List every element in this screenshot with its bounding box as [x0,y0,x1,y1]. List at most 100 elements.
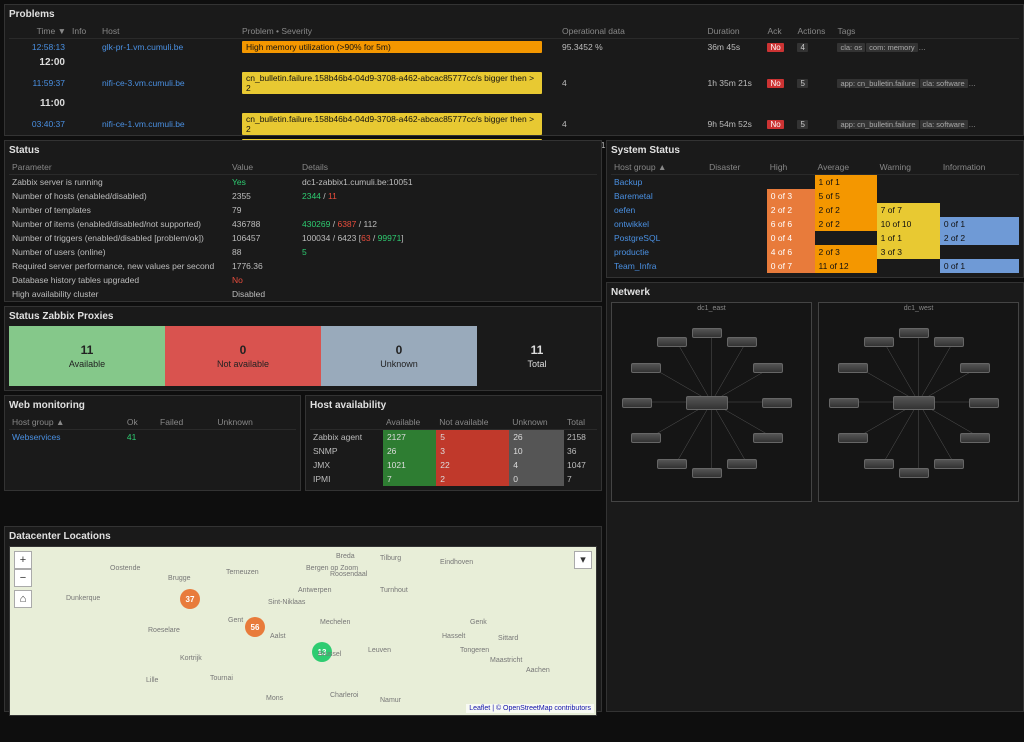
ss-group[interactable]: Team_Infra [614,261,657,271]
ha-notavail[interactable]: 22 [436,458,509,472]
col-opdata[interactable]: Operational data [559,24,704,39]
ss-cell[interactable]: 4 of 6 [767,245,815,259]
tags-more-icon[interactable]: ... [969,78,976,88]
network-node[interactable] [727,459,757,469]
map-marker[interactable]: 37 [180,589,200,609]
col-host[interactable]: Host [99,24,239,39]
network-node[interactable] [692,468,722,478]
ss-group[interactable]: productie [614,247,649,257]
problem-row[interactable]: 11:59:37 nifi-ce-3.vm.cumuli.be cn_bulle… [9,70,1019,96]
network-node[interactable] [631,363,661,373]
ha-unknown[interactable]: 10 [509,444,564,458]
ack-link[interactable]: No [767,43,783,52]
col-info[interactable]: Info [69,24,99,39]
ha-avail[interactable]: 7 [383,472,436,486]
actions-count[interactable]: 5 [797,79,807,88]
ss-cell[interactable]: 1 of 1 [815,175,877,190]
ss-col[interactable]: Host group ▲ [611,160,706,175]
proxy-box-not-available[interactable]: 0Not available [165,326,321,386]
network-node[interactable] [686,396,728,410]
tags-more-icon[interactable]: ... [919,42,926,52]
filter-button[interactable]: ▾ [574,551,592,569]
network-node[interactable] [838,363,868,373]
network-node[interactable] [969,398,999,408]
ha-notavail[interactable]: 5 [436,430,509,445]
col-ack[interactable]: Ack [764,24,794,39]
ha-avail[interactable]: 2127 [383,430,436,445]
col-actions[interactable]: Actions [794,24,834,39]
network-node[interactable] [893,396,935,410]
network-node[interactable] [838,433,868,443]
map-marker[interactable]: 56 [245,617,265,637]
problem-severity-bar[interactable]: cn_bulletin.failure.158b46b4-04d9-3708-a… [242,72,542,94]
ha-avail[interactable]: 26 [383,444,436,458]
home-button[interactable]: ⌂ [14,590,32,608]
network-node[interactable] [753,363,783,373]
network-node[interactable] [753,433,783,443]
problem-row[interactable]: 12:58:13 glk-pr-1.vm.cumuli.be High memo… [9,39,1019,56]
ss-cell[interactable]: 2 of 2 [767,203,815,217]
ss-cell[interactable]: 0 of 1 [940,217,1019,231]
ha-unknown[interactable]: 4 [509,458,564,472]
network-node[interactable] [657,337,687,347]
tag[interactable]: cla: software [920,120,968,129]
ss-cell[interactable]: 0 of 4 [767,231,815,245]
ss-group[interactable]: oefen [614,205,635,215]
ss-cell[interactable]: 6 of 6 [767,217,815,231]
col-duration[interactable]: Duration [704,24,764,39]
ack-link[interactable]: No [767,79,783,88]
problem-row[interactable]: 03:40:37 nifi-ce-1.vm.cumuli.be cn_bulle… [9,111,1019,137]
tag[interactable]: com: memory [866,43,917,52]
problem-time[interactable]: 03:40:37 [32,119,65,129]
network-node[interactable] [899,468,929,478]
problem-host[interactable]: nifi-ce-1.vm.cumuli.be [102,119,185,129]
network-node[interactable] [934,337,964,347]
network-node[interactable] [864,459,894,469]
actions-count[interactable]: 5 [797,120,807,129]
ha-unknown[interactable]: 26 [509,430,564,445]
col-tags[interactable]: Tags [834,24,1019,39]
proxy-box-available[interactable]: 11Available [9,326,165,386]
ss-cell[interactable]: 5 of 5 [815,189,877,203]
col-problem[interactable]: Problem • Severity [239,24,559,39]
ha-notavail[interactable]: 3 [436,444,509,458]
ss-cell[interactable]: 3 of 3 [877,245,940,259]
ss-cell[interactable]: 2 of 2 [815,217,877,231]
ha-notavail[interactable]: 2 [436,472,509,486]
ss-cell[interactable]: 2 of 2 [815,203,877,217]
ss-cell[interactable]: 0 of 7 [767,259,815,273]
ss-cell[interactable]: 0 of 1 [940,259,1019,273]
tag[interactable]: app: cn_bulletin.failure [837,79,918,88]
tag[interactable]: cla: software [920,79,968,88]
ha-unknown[interactable]: 0 [509,472,564,486]
ss-cell[interactable]: 2 of 3 [815,245,877,259]
ss-cell[interactable]: 0 of 3 [767,189,815,203]
network-node[interactable] [829,398,859,408]
problem-severity-bar[interactable]: cn_bulletin.failure.158b46b4-04d9-3708-a… [242,113,542,135]
actions-count[interactable]: 4 [797,43,807,52]
network-node[interactable] [960,363,990,373]
ss-group[interactable]: PostgreSQL [614,233,660,243]
problem-time[interactable]: 11:59:37 [33,78,65,88]
problem-host[interactable]: glk-pr-1.vm.cumuli.be [102,42,183,52]
ss-cell[interactable]: 10 of 10 [877,217,940,231]
ha-avail[interactable]: 1021 [383,458,436,472]
ss-group[interactable]: ontwikkel [614,219,649,229]
ss-cell[interactable]: 7 of 7 [877,203,940,217]
tag[interactable]: app: cn_bulletin.failure [837,120,918,129]
network-node[interactable] [622,398,652,408]
network-node[interactable] [864,337,894,347]
problem-time[interactable]: 12:58:13 [32,42,65,52]
network-node[interactable] [631,433,661,443]
network-map-right[interactable]: dc1_west [818,302,1019,502]
datacenter-map[interactable]: + − ⌂ ▾ 375613 AntwerpenBrusselGentBrugg… [9,546,597,716]
network-node[interactable] [727,337,757,347]
ss-cell[interactable]: 1 of 1 [877,231,940,245]
network-map-left[interactable]: dc1_east [611,302,812,502]
ss-cell[interactable]: 11 of 12 [815,259,877,273]
ss-group[interactable]: Backup [614,177,642,187]
network-node[interactable] [657,459,687,469]
network-node[interactable] [899,328,929,338]
problem-host[interactable]: nifi-ce-3.vm.cumuli.be [102,78,185,88]
proxy-box-unknown[interactable]: 0Unknown [321,326,477,386]
